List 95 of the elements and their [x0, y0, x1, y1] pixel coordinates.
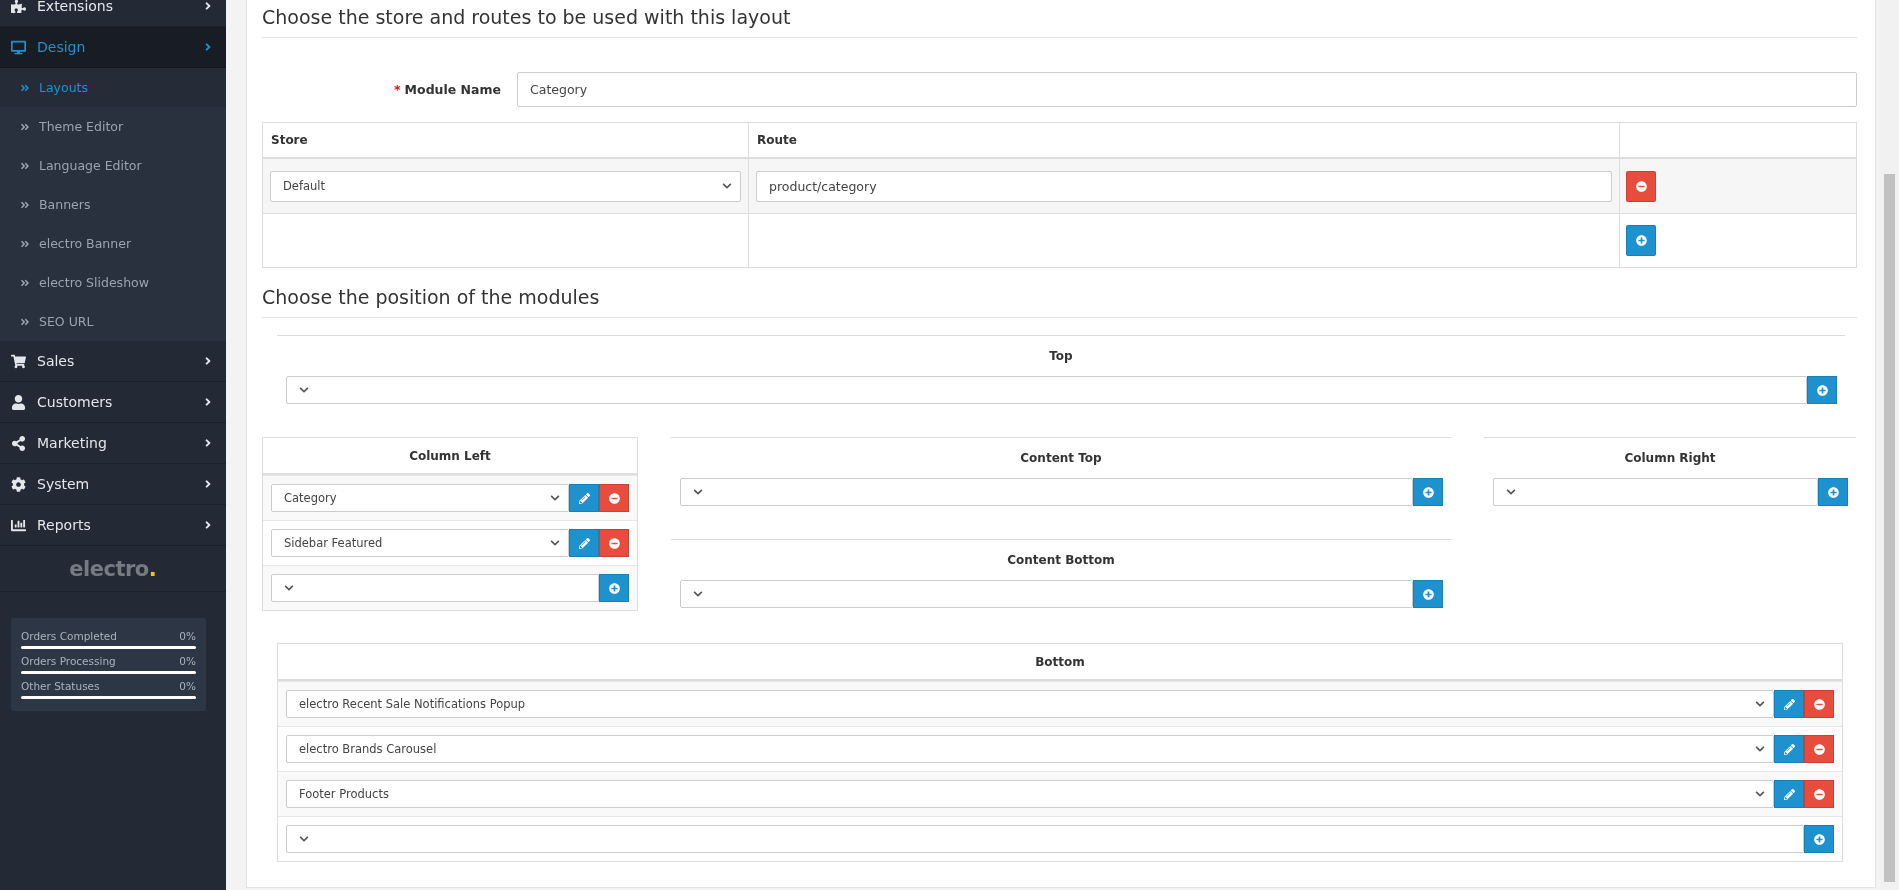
puzzle-icon [11, 0, 26, 14]
minus-icon [608, 537, 620, 549]
stat-label: Orders Processing [21, 655, 116, 667]
gear-icon [11, 476, 26, 492]
minus-icon [1813, 788, 1825, 800]
module-select[interactable]: Default [270, 170, 741, 202]
double-chevron-icon [20, 238, 30, 249]
chevron-down-icon [284, 583, 294, 593]
submenu-item[interactable]: Theme Editor [0, 107, 226, 146]
submenu-item[interactable]: SEO URL [0, 302, 226, 341]
logo-dot: . [148, 556, 157, 581]
position-title: Column Right [1623, 450, 1717, 467]
position-title: Content Bottom [1006, 552, 1116, 569]
chevron-down-icon [722, 181, 732, 191]
chevron-down-icon [693, 589, 703, 599]
route-input[interactable]: product/category [756, 170, 1612, 202]
submenu-item[interactable]: Language Editor [0, 146, 226, 185]
section-heading: Choose the store and routes to be used with this layout [262, 4, 1857, 38]
user-icon [11, 394, 26, 410]
cart-icon [11, 353, 26, 369]
add-button[interactable] [1818, 478, 1848, 506]
plus-icon [1816, 384, 1828, 396]
double-chevron-icon [20, 160, 30, 171]
stat-label: Other Statuses [21, 680, 100, 692]
submenu-item[interactable]: electro Banner [0, 224, 226, 263]
module-select[interactable]: electro Brands Carousel [286, 735, 1774, 763]
share-icon [11, 435, 26, 451]
add-button[interactable] [599, 574, 629, 602]
double-chevron-icon [20, 199, 30, 210]
plus-icon [1422, 588, 1434, 600]
edit-button[interactable] [1774, 735, 1804, 763]
add-button[interactable] [1804, 825, 1834, 853]
chevron-down-icon [1755, 699, 1765, 709]
minus-icon [608, 492, 620, 504]
stat-value: 0% [179, 655, 196, 667]
add-button[interactable] [1807, 376, 1837, 404]
plus-icon [1635, 235, 1647, 246]
pencil-icon [1783, 788, 1795, 800]
remove-button[interactable] [1804, 690, 1834, 718]
stat-value: 0% [179, 680, 196, 692]
pencil-icon [578, 492, 590, 504]
plus-icon [1422, 486, 1434, 498]
edit-button[interactable] [569, 484, 599, 512]
menu-item[interactable]: Design [0, 27, 226, 68]
minus-icon [1813, 698, 1825, 710]
add-button[interactable] [1626, 225, 1656, 256]
menu-item[interactable]: Extensions [0, 0, 226, 27]
add-button[interactable] [1413, 580, 1443, 608]
scrollbar-thumb[interactable] [1884, 174, 1895, 882]
bar-chart-icon [11, 517, 26, 533]
module-name-input[interactable]: Category [517, 72, 1857, 107]
double-chevron-icon [20, 82, 30, 93]
module-select[interactable]: Sidebar Featured [271, 529, 569, 557]
pencil-icon [1783, 743, 1795, 755]
field-label: * Module Name [393, 82, 502, 97]
remove-button[interactable] [1804, 780, 1834, 808]
double-chevron-icon [20, 316, 30, 327]
module-select[interactable]: Footer Products [286, 780, 1774, 808]
remove-button[interactable] [1804, 735, 1834, 763]
module-select[interactable]: Category [271, 484, 569, 512]
submenu-item[interactable]: Banners [0, 185, 226, 224]
plus-icon [1813, 833, 1825, 845]
stat-label: Orders Completed [21, 630, 117, 642]
remove-button[interactable] [599, 484, 629, 512]
stat-value: 0% [179, 630, 196, 642]
pencil-icon [1783, 698, 1795, 710]
edit-button[interactable] [569, 529, 599, 557]
section-heading: Choose the position of the modules [262, 284, 1857, 318]
plus-icon [1827, 486, 1839, 498]
double-chevron-icon [20, 121, 30, 132]
minus-icon [1813, 743, 1825, 755]
submenu-item[interactable]: Layouts [0, 68, 226, 107]
plus-icon [608, 582, 620, 594]
add-button[interactable] [1413, 478, 1443, 506]
submenu-item[interactable]: electro Slideshow [0, 263, 226, 302]
chevron-down-icon [1506, 487, 1516, 497]
monitor-icon [11, 39, 26, 55]
edit-button[interactable] [1774, 780, 1804, 808]
logo-text: electro [69, 556, 149, 581]
chevron-down-icon [693, 487, 703, 497]
module-select[interactable]: electro Recent Sale Notifications Popup [286, 690, 1774, 718]
edit-button[interactable] [1774, 690, 1804, 718]
pencil-icon [578, 537, 590, 549]
chevron-down-icon [299, 834, 309, 844]
remove-button[interactable] [599, 529, 629, 557]
chevron-down-icon [1755, 789, 1765, 799]
remove-button[interactable] [1626, 170, 1656, 202]
position-title: Content Top [1019, 450, 1103, 467]
chevron-down-icon [1755, 744, 1765, 754]
chevron-down-icon [550, 538, 560, 548]
chevron-down-icon [299, 385, 309, 395]
position-title: Top [1048, 348, 1074, 365]
double-chevron-icon [20, 277, 30, 288]
chevron-down-icon [550, 493, 560, 503]
minus-icon [1635, 180, 1647, 192]
